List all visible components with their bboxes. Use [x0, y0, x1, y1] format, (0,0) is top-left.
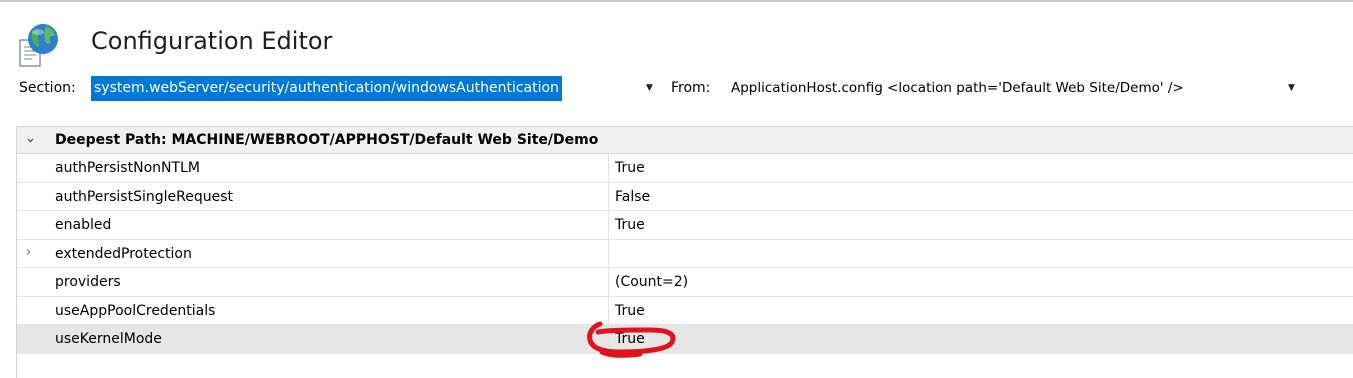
- window-top-border: [0, 0, 1353, 2]
- property-value-cell[interactable]: True: [608, 325, 1353, 353]
- property-value-cell[interactable]: True: [608, 211, 1353, 239]
- property-value-cell[interactable]: True: [608, 296, 1353, 324]
- property-value[interactable]: True: [615, 160, 645, 176]
- from-label: From:: [671, 80, 711, 96]
- section-dropdown[interactable]: system.webServer/security/authentication…: [91, 76, 665, 102]
- property-grid: ⌄ Deepest Path: MACHINE/WEBROOT/APPHOST/…: [16, 126, 1353, 378]
- from-dropdown[interactable]: ApplicationHost.config <location path='D…: [723, 76, 1313, 102]
- row-gutter: [17, 183, 47, 211]
- table-row[interactable]: authPersistNonNTLM True: [17, 154, 1353, 183]
- property-value-cell[interactable]: False: [608, 182, 1353, 210]
- property-name: authPersistSingleRequest: [55, 188, 234, 205]
- property-value-cell[interactable]: [608, 239, 1353, 267]
- table-row[interactable]: useAppPoolCredentials True: [17, 296, 1353, 325]
- row-gutter: [17, 211, 47, 239]
- chevron-right-icon[interactable]: ›: [26, 245, 31, 260]
- property-value[interactable]: True: [615, 331, 645, 347]
- row-gutter: ›: [17, 240, 47, 268]
- property-name: useAppPoolCredentials: [55, 302, 216, 319]
- property-value-cell[interactable]: (Count=2): [608, 268, 1353, 296]
- group-header[interactable]: ⌄ Deepest Path: MACHINE/WEBROOT/APPHOST/…: [17, 127, 1353, 154]
- dropdown-arrow-icon[interactable]: ▼: [1288, 83, 1295, 93]
- property-value[interactable]: False: [615, 189, 650, 205]
- dropdown-arrow-icon[interactable]: ▼: [646, 83, 653, 93]
- table-row[interactable]: enabled True: [17, 211, 1353, 240]
- table-row[interactable]: providers (Count=2): [17, 268, 1353, 297]
- property-value[interactable]: (Count=2): [615, 274, 688, 290]
- property-value[interactable]: True: [615, 303, 645, 319]
- section-value[interactable]: system.webServer/security/authentication…: [91, 76, 562, 101]
- property-name: authPersistNonNTLM: [55, 160, 200, 176]
- group-title: Deepest Path: MACHINE/WEBROOT/APPHOST/De…: [55, 132, 599, 148]
- row-gutter: [17, 325, 47, 353]
- row-gutter: [17, 268, 47, 296]
- property-name: enabled: [55, 217, 112, 233]
- section-label: Section:: [19, 80, 76, 96]
- globe-document-icon: [18, 22, 66, 68]
- property-rows: authPersistNonNTLM True authPersistSingl…: [17, 154, 1353, 354]
- property-value[interactable]: True: [615, 217, 645, 233]
- table-row[interactable]: › extendedProtection: [17, 239, 1353, 268]
- page-title: Configuration Editor: [91, 27, 333, 55]
- property-name: extendedProtection: [55, 245, 192, 262]
- property-value-cell[interactable]: True: [608, 154, 1353, 182]
- property-name: providers: [55, 274, 121, 290]
- table-row[interactable]: authPersistSingleRequest False: [17, 182, 1353, 211]
- row-gutter: [17, 297, 47, 325]
- from-value[interactable]: ApplicationHost.config <location path='D…: [731, 80, 1184, 96]
- chevron-down-icon[interactable]: ⌄: [25, 131, 36, 146]
- table-row-selected[interactable]: useKernelMode True: [17, 325, 1353, 354]
- row-gutter: [17, 154, 47, 182]
- property-name: useKernelMode: [55, 331, 162, 347]
